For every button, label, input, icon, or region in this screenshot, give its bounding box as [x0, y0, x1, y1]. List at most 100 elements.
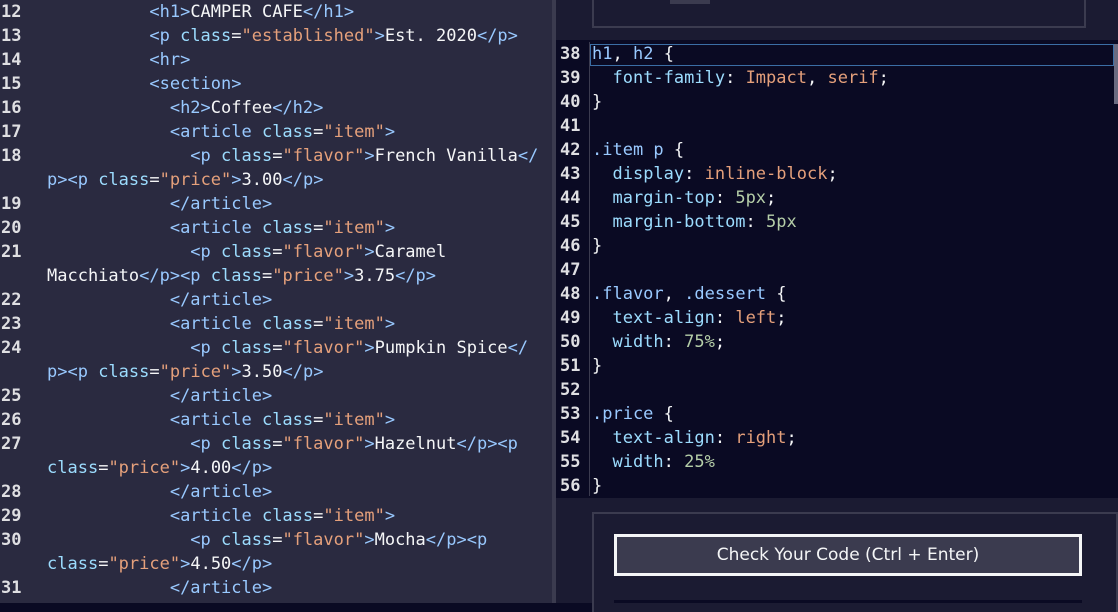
code-line[interactable]: </article>	[47, 576, 272, 600]
code-token: </p>	[231, 554, 273, 574]
code-token: "established"	[241, 26, 375, 46]
code-line[interactable]: display: inline-block;	[592, 162, 837, 186]
code-token: </p><p	[425, 530, 488, 550]
code-token: width	[612, 332, 664, 352]
code-token: :	[714, 188, 736, 208]
code-token: class	[261, 314, 314, 334]
code-token: </article>	[169, 386, 273, 406]
code-line[interactable]: font-family: Impact, serif;	[592, 66, 889, 90]
line-number: 46	[560, 236, 581, 256]
css-editor[interactable]: 38 h1, h2 {39 font-family: Impact, serif;…	[556, 40, 1118, 498]
code-token: ;	[878, 68, 889, 88]
code-token: <h1>	[149, 2, 191, 22]
code-line[interactable]: .flavor, .dessert {	[592, 282, 787, 306]
code-line[interactable]: <article class="item">	[47, 312, 395, 336]
code-line[interactable]: <section>	[47, 72, 241, 96]
code-token: </p><p	[139, 266, 211, 286]
code-line[interactable]: <p class="flavor">Hazelnut</p><p	[47, 432, 518, 456]
code-line[interactable]: <p class="established">Est. 2020</p>	[47, 24, 518, 48]
html-editor-pane[interactable]: 12 13 14 15 16 17 18 19 20 21 22 23 24 25 26 27 28 29 30 31…	[0, 0, 552, 603]
code-token: p><p	[47, 170, 99, 190]
line-number: 27	[1, 434, 22, 454]
code-token: <h2>	[169, 98, 211, 118]
code-line[interactable]: <p class="flavor">Pumpkin Spice</	[47, 336, 528, 360]
code-line[interactable]: }	[592, 234, 602, 258]
code-line[interactable]: <h2>Coffee</h2>	[47, 96, 324, 120]
code-line[interactable]: <article class="item">	[47, 408, 395, 432]
code-token: </article>	[169, 194, 273, 214]
code-line[interactable]: text-align: right;	[592, 426, 796, 450]
code-line[interactable]: class="price">4.00</p>	[47, 456, 272, 480]
code-token: right	[735, 428, 787, 448]
code-token: class	[261, 122, 314, 142]
code-token: =	[149, 170, 160, 190]
code-token: p><p	[47, 362, 99, 382]
code-token: >	[343, 266, 355, 286]
code-token: .price	[592, 404, 654, 424]
code-token: left	[735, 308, 777, 328]
code-token: =	[272, 146, 283, 166]
code-line[interactable]: <h1>CAMPER CAFE</h1>	[47, 0, 354, 24]
code-line[interactable]: <hr>	[47, 48, 190, 72]
code-token: ;	[714, 332, 726, 352]
code-line[interactable]: </article>	[47, 192, 272, 216]
code-line[interactable]: Macchiato</p><p class="price">3.75</p>	[47, 264, 436, 288]
code-token: 3.75	[354, 266, 396, 286]
code-line[interactable]: <p class="flavor">Mocha</p><p	[47, 528, 487, 552]
code-line[interactable]: .price {	[592, 402, 674, 426]
code-token: inline-block	[704, 164, 828, 184]
code-line[interactable]: <p class="flavor">French Vanilla</	[47, 144, 538, 168]
code-line[interactable]: }	[592, 354, 602, 378]
code-line[interactable]: <p class="flavor">Caramel	[47, 240, 446, 264]
code-token: class	[261, 218, 314, 238]
line-number: 12	[1, 2, 22, 22]
code-line[interactable]: </article>	[47, 288, 272, 312]
code-line[interactable]: <article class="item">	[47, 216, 395, 240]
check-code-button[interactable]: Check Your Code (Ctrl + Enter)	[614, 534, 1082, 576]
code-line[interactable]: }	[592, 90, 602, 114]
code-token: 75%	[684, 332, 715, 352]
code-line[interactable]: h1, h2 {	[592, 42, 674, 66]
code-line[interactable]: width: 75%;	[592, 330, 725, 354]
code-token: "price"	[108, 458, 181, 478]
code-token: "item"	[323, 122, 385, 142]
preview-chip	[670, 0, 710, 4]
code-line[interactable]: margin-top: 5px;	[592, 186, 776, 210]
code-line[interactable]: p><p class="price">3.50</p>	[47, 360, 323, 384]
css-gutter-divider	[589, 42, 590, 496]
code-token: "flavor"	[282, 338, 365, 358]
code-line[interactable]: .item p {	[592, 138, 684, 162]
line-number: 15	[1, 74, 22, 94]
code-line[interactable]: p><p class="price">3.00</p>	[47, 168, 323, 192]
code-line[interactable]: </article>	[47, 480, 272, 504]
code-token: <p	[190, 146, 222, 166]
line-number: 13	[1, 26, 22, 46]
code-line[interactable]: <article class="item">	[47, 504, 395, 528]
code-line[interactable]: </article>	[47, 384, 272, 408]
code-line[interactable]: margin-bottom: 5px	[592, 210, 797, 234]
code-token: h1	[592, 44, 613, 64]
code-token: class	[210, 266, 262, 286]
code-token: >	[384, 314, 396, 334]
code-line[interactable]: }	[592, 474, 602, 498]
css-scrollbar-thumb[interactable]	[1114, 44, 1118, 104]
code-line[interactable]: class="price">4.50</p>	[47, 552, 272, 576]
code-token: :	[714, 308, 736, 328]
code-token: 5px	[766, 212, 797, 232]
code-line[interactable]: width: 25%	[592, 450, 714, 474]
code-token: .flavor	[592, 284, 664, 304]
code-line[interactable]: <article class="item">	[47, 120, 395, 144]
code-token: </	[507, 338, 529, 358]
code-line[interactable]: text-align: left;	[592, 306, 787, 330]
line-number: 30	[1, 530, 22, 550]
code-token: ;	[776, 308, 787, 328]
code-token: "price"	[272, 266, 344, 286]
